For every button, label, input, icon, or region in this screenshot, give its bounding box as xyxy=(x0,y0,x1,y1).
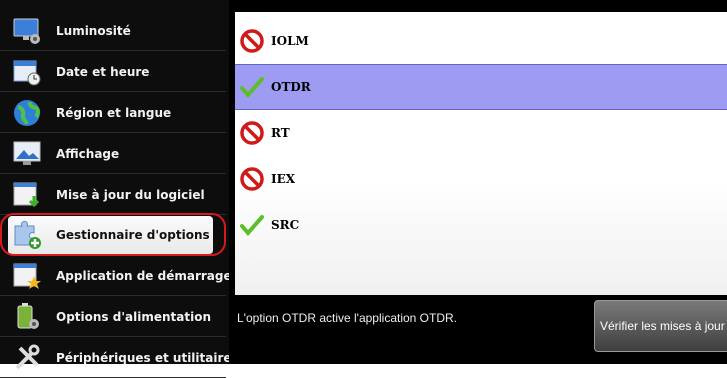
option-row-rt[interactable]: RT xyxy=(235,110,727,156)
sidebar-item-label: Options d'alimentation xyxy=(56,310,211,324)
sidebar-item-label: Gestionnaire d'options xyxy=(56,228,210,242)
option-name: SRC xyxy=(271,218,300,232)
startup-app-icon xyxy=(13,263,41,289)
sidebar-item-mise-a-jour[interactable]: Mise à jour du logiciel xyxy=(0,176,226,215)
sidebar-item-label: Mise à jour du logiciel xyxy=(56,188,205,202)
sidebar-item-label: Application de démarrage xyxy=(56,269,232,283)
sidebar-item-label: Date et heure xyxy=(56,65,150,79)
sidebar-item-label: Région et langue xyxy=(56,106,172,120)
disabled-icon xyxy=(240,167,264,191)
monitor-brightness-icon xyxy=(13,18,40,44)
software-update-icon xyxy=(13,182,40,208)
disabled-icon xyxy=(240,121,264,145)
sidebar-item-options-alimentation[interactable]: Options d'alimentation xyxy=(0,298,226,337)
display-icon xyxy=(13,141,41,165)
option-name: IEX xyxy=(271,172,296,186)
option-manager-panel: IOLM OTDR RT IEX SRC L'option OTDR activ… xyxy=(229,0,727,364)
sidebar-item-region-langue[interactable]: Région et langue xyxy=(0,94,226,133)
option-row-src[interactable]: SRC xyxy=(235,202,727,248)
sidebar-item-label: Luminosité xyxy=(56,24,131,38)
option-name: OTDR xyxy=(271,80,311,94)
sidebar-item-peripheriques-utilitaires[interactable]: Périphériques et utilitaires xyxy=(0,339,239,378)
tools-icon xyxy=(15,344,40,370)
sidebar-item-gestionnaire-options[interactable]: Gestionnaire d'options xyxy=(8,216,213,255)
option-description: L'option OTDR active l'application OTDR. xyxy=(237,311,458,325)
check-updates-button[interactable]: Vérifier les mises à jour xyxy=(594,300,727,352)
option-row-iolm[interactable]: IOLM xyxy=(235,18,727,64)
settings-sidebar: Luminosité Date et heure Région et langu… xyxy=(0,0,239,378)
checkmark-icon xyxy=(240,215,264,237)
battery-icon xyxy=(17,303,39,329)
sidebar-item-application-demarrage[interactable]: Application de démarrage xyxy=(0,257,232,296)
option-name: IOLM xyxy=(271,34,309,48)
sidebar-item-affichage[interactable]: Affichage xyxy=(0,135,226,174)
sidebar-item-date-heure[interactable]: Date et heure xyxy=(0,53,226,92)
option-row-iex[interactable]: IEX xyxy=(235,156,727,202)
sidebar-item-luminosite[interactable]: Luminosité xyxy=(0,12,226,51)
sidebar-item-label: Périphériques et utilitaires xyxy=(56,351,239,365)
option-name: RT xyxy=(271,126,290,140)
puzzle-plus-icon xyxy=(14,220,41,249)
globe-icon xyxy=(14,100,40,126)
option-row-otdr[interactable]: OTDR xyxy=(235,64,727,110)
sidebar-item-label: Affichage xyxy=(56,147,120,161)
calendar-clock-icon xyxy=(13,60,41,86)
options-list: IOLM OTDR RT IEX SRC xyxy=(235,12,727,295)
disabled-icon xyxy=(240,29,264,53)
checkmark-icon xyxy=(240,77,264,99)
